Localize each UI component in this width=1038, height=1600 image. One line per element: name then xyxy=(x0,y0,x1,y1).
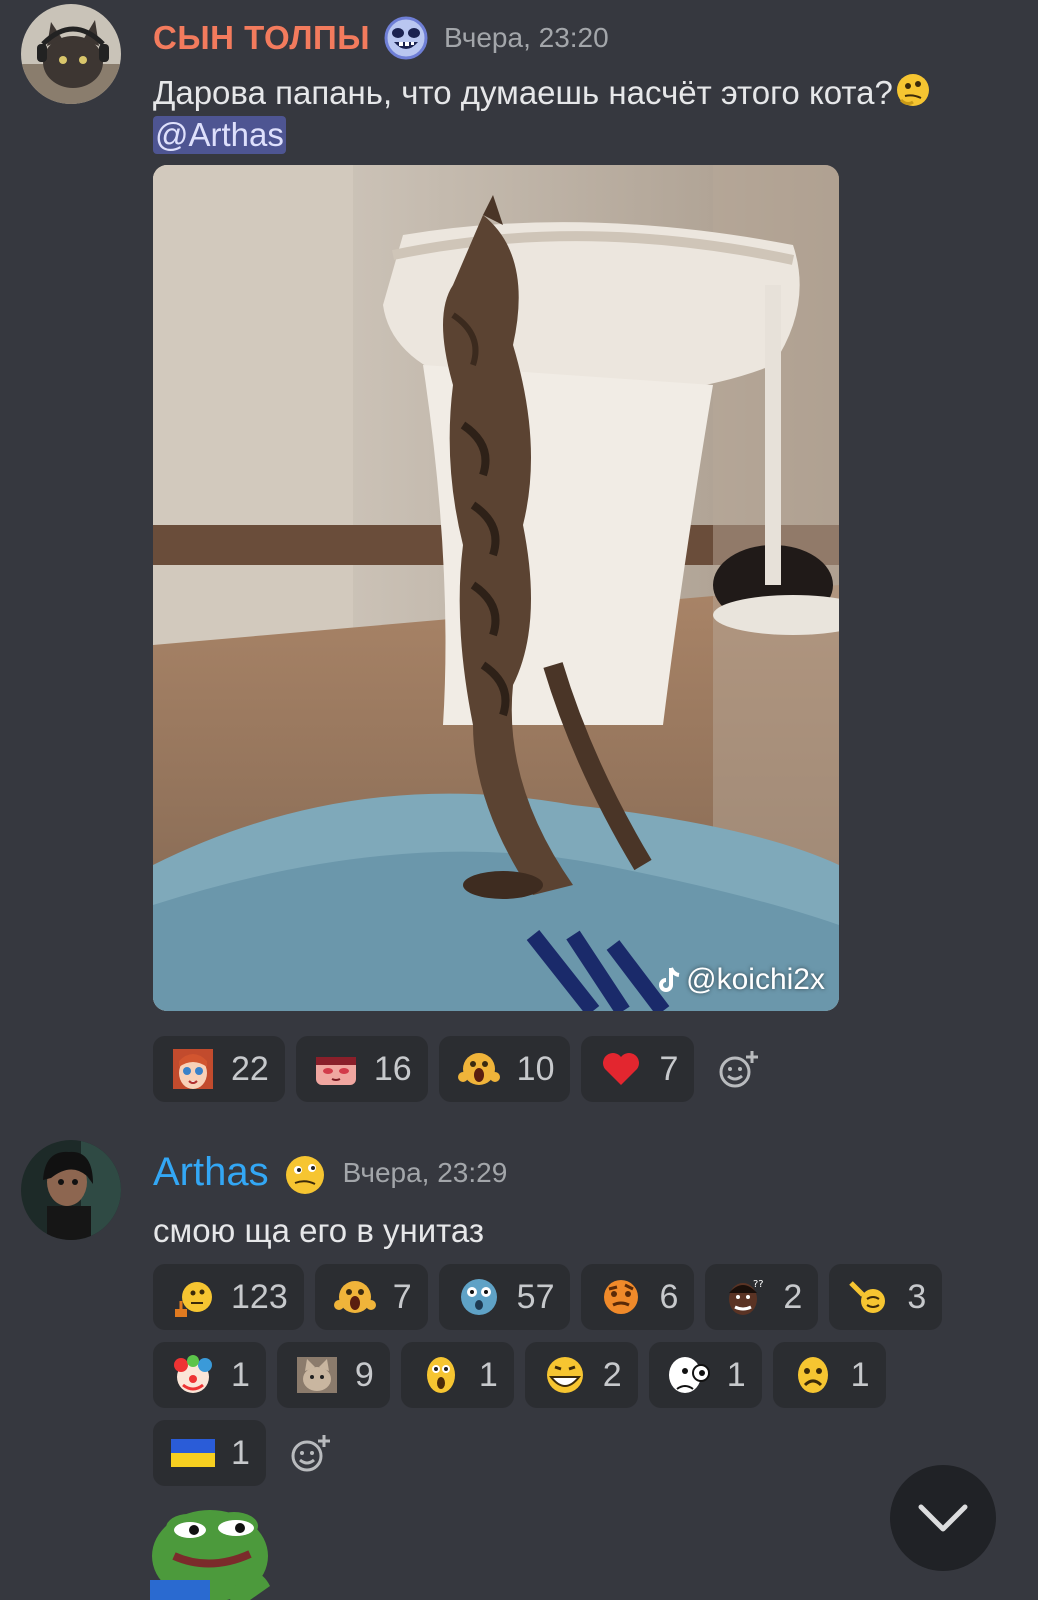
pepe-sticker xyxy=(150,1510,270,1600)
reaction-confused-man[interactable]: ?? 2 xyxy=(705,1264,819,1330)
reaction-ukraine-flag[interactable]: 1 xyxy=(153,1420,266,1486)
reaction-sad-face[interactable]: 1 xyxy=(772,1342,886,1408)
reaction-screaming[interactable]: 7 xyxy=(314,1264,428,1330)
svg-text:??: ?? xyxy=(753,1279,764,1290)
user-mention[interactable]: @Arthas xyxy=(153,116,286,154)
reaction-count: 2 xyxy=(783,1277,803,1316)
reaction-count: 3 xyxy=(907,1277,927,1316)
author-name[interactable]: Arthas xyxy=(153,1150,269,1195)
avatar[interactable] xyxy=(21,4,121,104)
reaction-count: 1 xyxy=(726,1355,746,1394)
finger-gun-icon xyxy=(849,1281,886,1313)
chevron-down-icon xyxy=(918,1504,968,1532)
reaction-count: 1 xyxy=(231,1355,250,1394)
reaction-count: 16 xyxy=(373,1049,412,1088)
reaction-count: 10 xyxy=(516,1049,555,1088)
tiktok-icon xyxy=(659,967,680,992)
timestamp: Вчера, 23:20 xyxy=(444,22,609,53)
sad-face-icon xyxy=(797,1357,828,1393)
thinking-hmm-icon xyxy=(175,1282,212,1317)
cat-photo-icon xyxy=(296,1357,337,1393)
mention-line: @Arthas xyxy=(153,116,286,154)
reaction-count: 1 xyxy=(478,1355,498,1394)
reaction-count: 22 xyxy=(231,1049,269,1088)
laughing-skull-icon xyxy=(384,16,428,60)
reaction-anime-girl[interactable]: 22 xyxy=(153,1036,285,1102)
avatar[interactable] xyxy=(21,1140,121,1240)
video-attachment[interactable]: @koichi2x xyxy=(153,165,839,1011)
reaction-cat-photo[interactable]: 9 xyxy=(276,1342,390,1408)
reaction-count: 6 xyxy=(659,1277,679,1316)
reaction-count: 2 xyxy=(602,1355,622,1394)
anime-girl-icon xyxy=(173,1049,213,1089)
reaction-count: 1 xyxy=(231,1433,250,1472)
add-reaction-button[interactable] xyxy=(277,1420,343,1486)
thinking-face-icon xyxy=(896,74,929,106)
reaction-shocked-blue-face[interactable]: 57 xyxy=(438,1264,571,1330)
reaction-count: 1 xyxy=(850,1355,870,1394)
scroll-to-bottom-button[interactable] xyxy=(890,1465,996,1571)
cat-video-thumbnail xyxy=(153,165,839,1011)
message-header: Arthas Вчера, 23:29 xyxy=(153,1150,507,1195)
reaction-screaming[interactable]: 10 xyxy=(438,1036,571,1102)
author-name[interactable]: СЫН ТОЛПЫ xyxy=(153,19,370,57)
clown-icon xyxy=(174,1355,212,1393)
ukraine-flag-icon xyxy=(171,1439,215,1467)
watermark-text: @koichi2x xyxy=(686,963,825,996)
reaction-count: 7 xyxy=(392,1277,412,1316)
worried-face-icon xyxy=(426,1357,455,1393)
message-text: Дарова папань, что думаешь насчёт этого … xyxy=(153,74,893,111)
reaction-finger-gun[interactable]: 3 xyxy=(829,1264,943,1330)
reaction-googly-eyes[interactable]: 1 xyxy=(648,1342,762,1408)
shocked-blue-face-icon xyxy=(460,1279,497,1315)
tiktok-watermark: @koichi2x xyxy=(658,963,825,997)
reaction-count: 9 xyxy=(354,1355,374,1394)
raised-eyebrow-icon xyxy=(604,1280,639,1314)
googly-eyes-icon xyxy=(668,1357,710,1393)
reaction-bar: 123 7 57 6 ?? 2 3 1 9 1 2 1 1 1 xyxy=(153,1264,1013,1498)
heart-icon xyxy=(603,1053,640,1085)
reaction-count: 7 xyxy=(659,1049,679,1088)
reaction-heart[interactable]: 7 xyxy=(581,1036,695,1102)
reaction-raised-eyebrow[interactable]: 6 xyxy=(581,1264,695,1330)
reaction-grinning-face[interactable]: 2 xyxy=(524,1342,638,1408)
grinning-face-icon xyxy=(546,1357,583,1393)
add-reaction-icon xyxy=(291,1435,330,1472)
reaction-count: 123 xyxy=(231,1277,288,1316)
reaction-count: 57 xyxy=(516,1277,555,1316)
reaction-clown[interactable]: 1 xyxy=(153,1342,266,1408)
message-content: смою ща его в унитаз xyxy=(153,1212,484,1250)
reaction-bar: 22 16 10 7 xyxy=(153,1036,1013,1114)
add-reaction-icon xyxy=(719,1051,759,1088)
reaction-worried-face[interactable]: 1 xyxy=(400,1342,514,1408)
confused-man-icon: ?? xyxy=(729,1279,764,1315)
screaming-face-icon xyxy=(333,1281,376,1313)
reaction-blushing-anime[interactable]: 16 xyxy=(295,1036,428,1102)
message-content: Дарова папань, что думаешь насчёт этого … xyxy=(153,70,931,112)
screaming-face-icon xyxy=(457,1053,500,1085)
timestamp: Вчера, 23:29 xyxy=(342,1156,508,1188)
blushing-anime-icon xyxy=(315,1057,356,1085)
message-text: смою ща его в унитаз xyxy=(153,1212,485,1249)
message-header: СЫН ТОЛПЫ Вчера, 23:20 xyxy=(153,16,609,60)
add-reaction-button[interactable] xyxy=(705,1036,771,1102)
thinking-face-icon xyxy=(285,1155,324,1194)
reaction-thinking-hmm[interactable]: 123 xyxy=(153,1264,304,1330)
